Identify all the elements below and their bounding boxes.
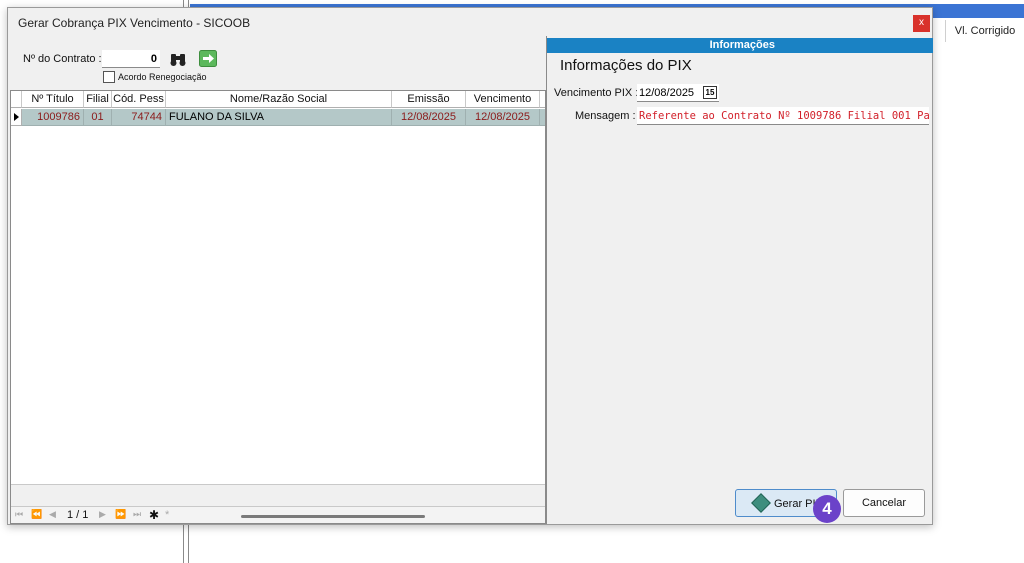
mensagem-input[interactable]: Referente ao Contrato Nº 1009786 Filial … (637, 107, 929, 125)
cancel-button[interactable]: Cancelar (843, 489, 925, 517)
vencimento-label: Vencimento PIX : (554, 87, 639, 99)
contract-label: Nº do Contrato : (23, 53, 102, 65)
column-header[interactable]: Nº Título (22, 91, 84, 108)
prev-page-fast-icon[interactable]: ⏪ (31, 509, 42, 520)
background-column-header: Vl. Corrigido (945, 20, 1024, 42)
column-header[interactable]: Cód. Pess (112, 91, 166, 108)
cell-cod-pess[interactable]: 74744 (112, 109, 166, 126)
last-page-icon[interactable]: ⏭ (133, 509, 141, 520)
green-arrow-icon[interactable] (199, 50, 217, 70)
column-header[interactable]: Emissão (392, 91, 466, 108)
horizontal-scrollbar[interactable] (11, 484, 545, 506)
cell-nome[interactable]: FULANO DA SILVA (166, 109, 392, 126)
column-header[interactable]: Vencimento (466, 91, 540, 108)
vencimento-date-input[interactable]: 12/08/2025 15 (637, 84, 719, 102)
scrollbar-thumb[interactable] (241, 515, 425, 518)
grid-corner (11, 91, 22, 108)
column-header[interactable]: Filial (84, 91, 112, 108)
edit-row-icon[interactable]: * (165, 509, 169, 521)
next-page-fast-icon[interactable]: ⏩ (115, 509, 126, 520)
calendar-icon[interactable]: 15 (703, 86, 717, 99)
next-page-icon[interactable]: ▶ (99, 509, 106, 520)
renegotiation-checkbox[interactable] (103, 71, 115, 83)
row-indicator[interactable] (11, 109, 22, 126)
cell-vencimento[interactable]: 12/08/2025 (466, 109, 540, 126)
info-panel: Informações Informações do PIX Venciment… (546, 36, 933, 524)
cell-filial[interactable]: 01 (84, 109, 112, 126)
cell-titulo[interactable]: 1009786 (22, 109, 84, 126)
info-header: Informações (547, 38, 933, 53)
contract-number-input[interactable] (102, 50, 160, 68)
dialog-window: Gerar Cobrança PIX Vencimento - SICOOB x… (7, 7, 933, 525)
info-title: Informações do PIX (560, 57, 692, 74)
page-indicator: 1 / 1 (67, 509, 89, 521)
column-header[interactable]: Nome/Razão Social (166, 91, 392, 108)
first-page-icon[interactable]: ⏮ (15, 509, 23, 520)
vencimento-value: 12/08/2025 (639, 87, 695, 99)
prev-page-icon[interactable]: ◀ (49, 509, 56, 520)
title-bar: Gerar Cobrança PIX Vencimento - SICOOB x (8, 8, 932, 36)
insert-row-icon[interactable]: ✱ (149, 508, 159, 522)
renegotiation-label: Acordo Renegociação (118, 72, 207, 82)
mensagem-label: Mensagem : (575, 110, 636, 122)
grid-navigator: ⏮ ⏪ ◀ 1 / 1 ▶ ⏩ ⏭ ✱ * (11, 506, 545, 523)
pix-diamond-icon (751, 493, 771, 513)
close-button[interactable]: x (913, 15, 930, 32)
cell-emissao[interactable]: 12/08/2025 (392, 109, 466, 126)
row-pointer-icon (14, 113, 19, 121)
titles-grid[interactable]: Nº Título Filial Cód. Pess Nome/Razão So… (10, 90, 546, 524)
binoculars-icon[interactable] (169, 51, 187, 70)
dialog-title: Gerar Cobrança PIX Vencimento - SICOOB (18, 16, 251, 30)
step-badge: 4 (813, 495, 841, 523)
